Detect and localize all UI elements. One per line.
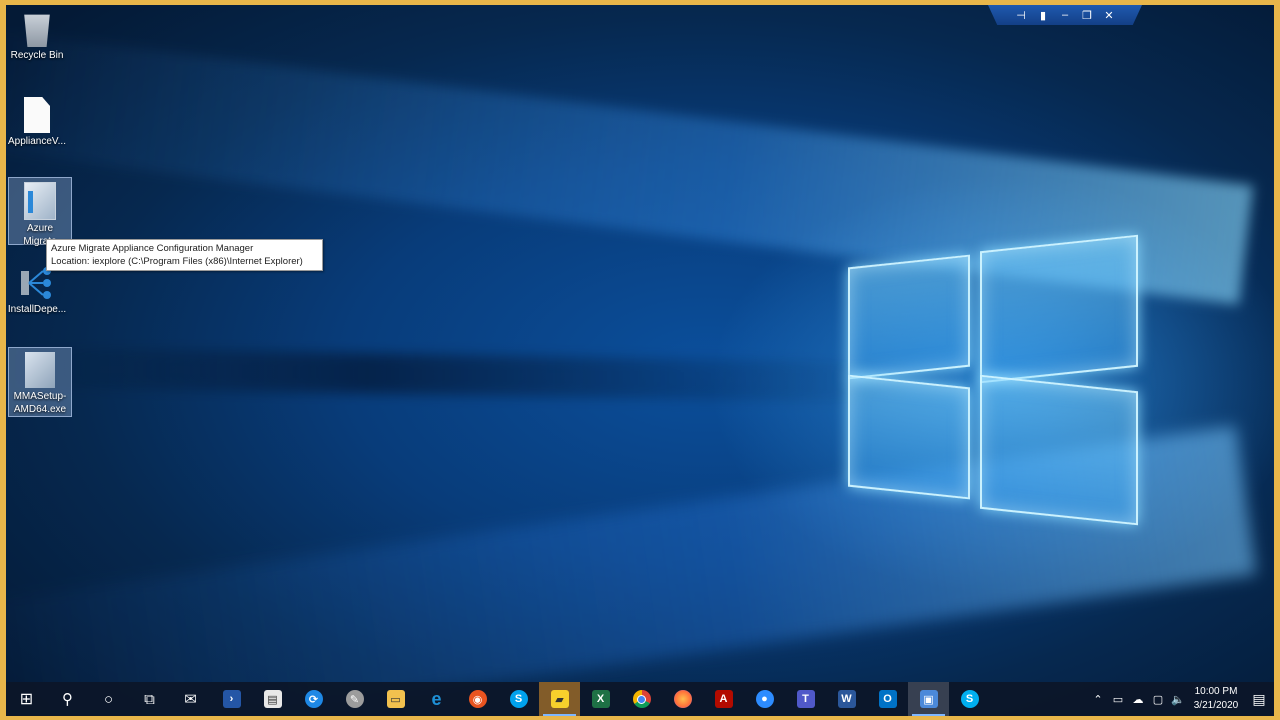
skype-icon: S: [509, 690, 528, 708]
close-button[interactable]: ✕: [1103, 9, 1115, 22]
desktop-icon-label: ApplianceV...: [7, 136, 66, 147]
word-icon: W: [837, 690, 856, 708]
chrome-icon: [632, 690, 651, 708]
azure-migrate-icon: [24, 182, 56, 220]
sync-icon: ⟳: [304, 690, 323, 708]
remote-desktop-connection-bar: ⊣ ▮ – ❐ ✕: [988, 5, 1142, 25]
clock-date: 3/21/2020: [1193, 700, 1239, 711]
taskbar-sticky-notes[interactable]: ▰: [539, 682, 580, 716]
taskbar-excel[interactable]: X: [580, 682, 621, 716]
store-icon: ▤: [263, 690, 282, 708]
desktop-icon-azure-migrate[interactable]: Azure Migrate: [8, 177, 72, 247]
taskbar-acrobat[interactable]: A: [703, 682, 744, 716]
taskbar-word[interactable]: W: [826, 682, 867, 716]
desktop-icon-mma-setup[interactable]: MMASetup-AMD64.exe: [8, 347, 72, 417]
powershell-icon: ›: [222, 690, 241, 708]
clock[interactable]: 10:00 PM 3/21/2020: [1188, 685, 1244, 713]
search-button[interactable]: ⚲: [47, 682, 88, 716]
mma-setup-icon: [25, 352, 55, 388]
cortana-button[interactable]: ○: [88, 682, 129, 716]
desktop-icon-label: InstallDepe...: [7, 304, 67, 315]
minimize-button[interactable]: –: [1059, 9, 1071, 21]
chevron-up-icon[interactable]: ⌃: [1088, 693, 1108, 706]
action-center-icon[interactable]: ▤: [1244, 691, 1274, 708]
folder-icon: ▭: [386, 690, 405, 708]
windows-logo-wallpaper: [842, 233, 1142, 533]
task-view-button[interactable]: ⧉: [129, 682, 170, 716]
desktop: ⊣ ▮ – ❐ ✕ Recycle Bin ApplianceV... Azur…: [6, 5, 1274, 716]
search-icon: ⚲: [62, 691, 73, 708]
taskbar-chrome[interactable]: [621, 682, 662, 716]
tooltip: Azure Migrate Appliance Configuration Ma…: [46, 239, 323, 271]
skype-icon: S: [960, 690, 979, 708]
cortana-icon: ○: [103, 690, 114, 708]
taskbar-firefox[interactable]: [662, 682, 703, 716]
internet-explorer-icon: e: [431, 688, 442, 709]
remote-desktop-icon: ▣: [919, 690, 938, 708]
taskbar-mail[interactable]: ✉: [170, 682, 211, 716]
mail-icon: ✉: [184, 691, 197, 708]
taskbar-sync[interactable]: ⟳: [293, 682, 334, 716]
taskbar-outlook[interactable]: O: [867, 682, 908, 716]
taskbar-teams[interactable]: T: [785, 682, 826, 716]
desktop-icon-label: MMASetup-AMD64.exe: [13, 391, 67, 415]
outlook-icon: O: [878, 690, 897, 708]
system-tray: ⌃ ▭ ☁ ▢ 🔈 10:00 PM 3/21/2020 ▤: [1088, 682, 1274, 716]
tooltip-location: Location: iexplore (C:\Program Files (x8…: [51, 256, 303, 267]
clock-time: 10:00 PM: [1194, 686, 1238, 697]
excel-icon: X: [591, 690, 610, 708]
battery-icon[interactable]: ▭: [1108, 693, 1128, 706]
network-icon[interactable]: ▢: [1148, 693, 1168, 706]
sticky-notes-icon: ▰: [550, 690, 569, 708]
windows-icon: ⊞: [19, 691, 34, 708]
acrobat-icon: A: [714, 690, 733, 708]
recycle-bin-icon: [24, 14, 50, 47]
taskbar-internet-explorer[interactable]: e: [416, 682, 457, 716]
taskbar: ⊞ ⚲ ○ ⧉ ✉ › ▤ ⟳ ✎ ▭ e ◉ S ▰ X A ● T W O …: [6, 682, 1274, 716]
taskbar-powershell[interactable]: ›: [211, 682, 252, 716]
signal-icon[interactable]: ▮: [1037, 9, 1049, 22]
desktop-icon-label: Recycle Bin: [10, 50, 64, 61]
taskbar-store[interactable]: ▤: [252, 682, 293, 716]
tooltip-title: Azure Migrate Appliance Configuration Ma…: [51, 243, 254, 254]
teams-icon: T: [796, 690, 815, 708]
firefox-icon: [673, 690, 692, 708]
volume-icon[interactable]: 🔈: [1168, 693, 1188, 706]
desktop-icon-recycle-bin[interactable]: Recycle Bin: [6, 7, 68, 62]
taskbar-zoom[interactable]: ●: [744, 682, 785, 716]
taskbar-paint[interactable]: ✎: [334, 682, 375, 716]
taskbar-remote-desktop[interactable]: ▣: [908, 682, 949, 716]
taskbar-ubuntu[interactable]: ◉: [457, 682, 498, 716]
pin-icon[interactable]: ⊣: [1015, 9, 1027, 22]
taskbar-file-explorer[interactable]: ▭: [375, 682, 416, 716]
zoom-icon: ●: [755, 690, 774, 708]
ubuntu-icon: ◉: [468, 690, 487, 708]
wallpaper-shadow: [6, 347, 907, 403]
onedrive-icon[interactable]: ☁: [1128, 693, 1148, 706]
taskbar-skype-business[interactable]: S: [498, 682, 539, 716]
document-icon: [24, 97, 50, 133]
taskbar-skype[interactable]: S: [949, 682, 990, 716]
desktop-icon-appliance-file[interactable]: ApplianceV...: [6, 93, 68, 148]
paint-icon: ✎: [345, 690, 364, 708]
start-button[interactable]: ⊞: [6, 682, 47, 716]
task-view-icon: ⧉: [144, 690, 155, 708]
restore-button[interactable]: ❐: [1081, 9, 1093, 22]
